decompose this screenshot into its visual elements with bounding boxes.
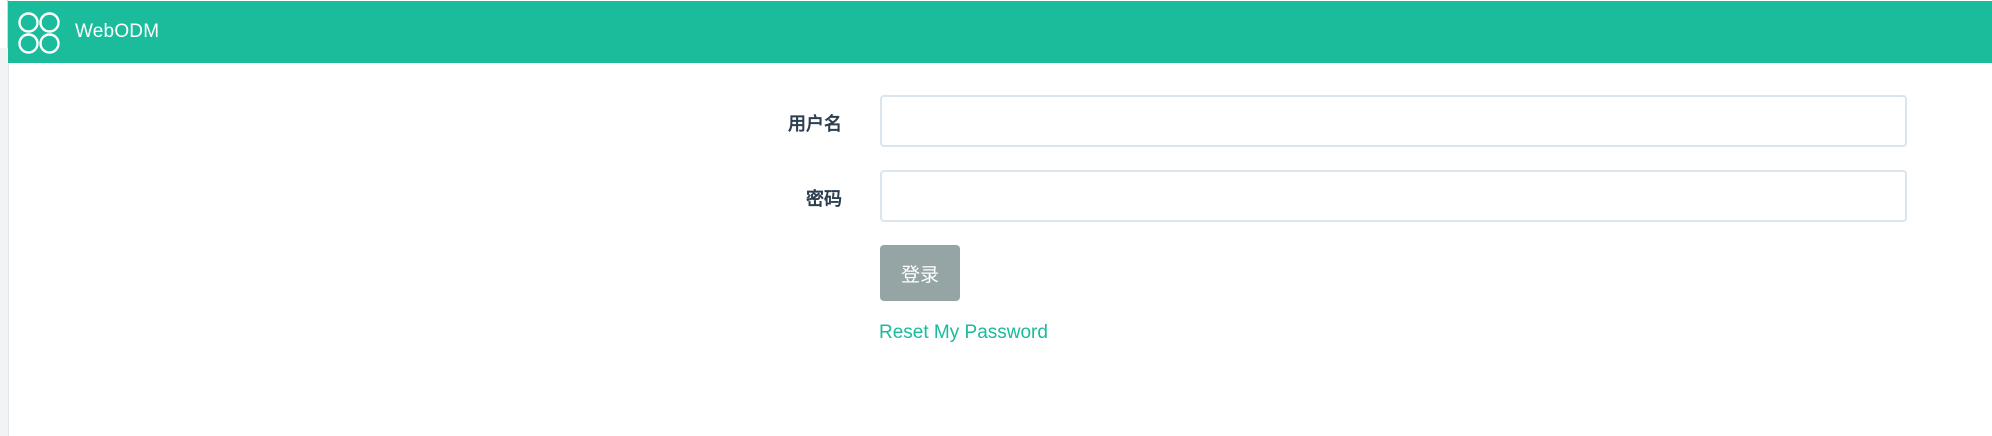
- webodm-drone-logo-icon[interactable]: [17, 11, 61, 55]
- brand-name[interactable]: WebODM: [75, 21, 159, 43]
- left-edge-tab: [0, 0, 8, 48]
- top-navbar: WebODM: [8, 1, 1992, 63]
- password-input[interactable]: [880, 170, 1907, 222]
- username-label: 用户名: [788, 114, 842, 134]
- username-input[interactable]: [880, 95, 1907, 147]
- left-edge-strip: [0, 0, 9, 436]
- login-button[interactable]: 登录: [880, 245, 960, 301]
- password-label: 密码: [806, 189, 842, 209]
- reset-password-link[interactable]: Reset My Password: [879, 322, 1048, 344]
